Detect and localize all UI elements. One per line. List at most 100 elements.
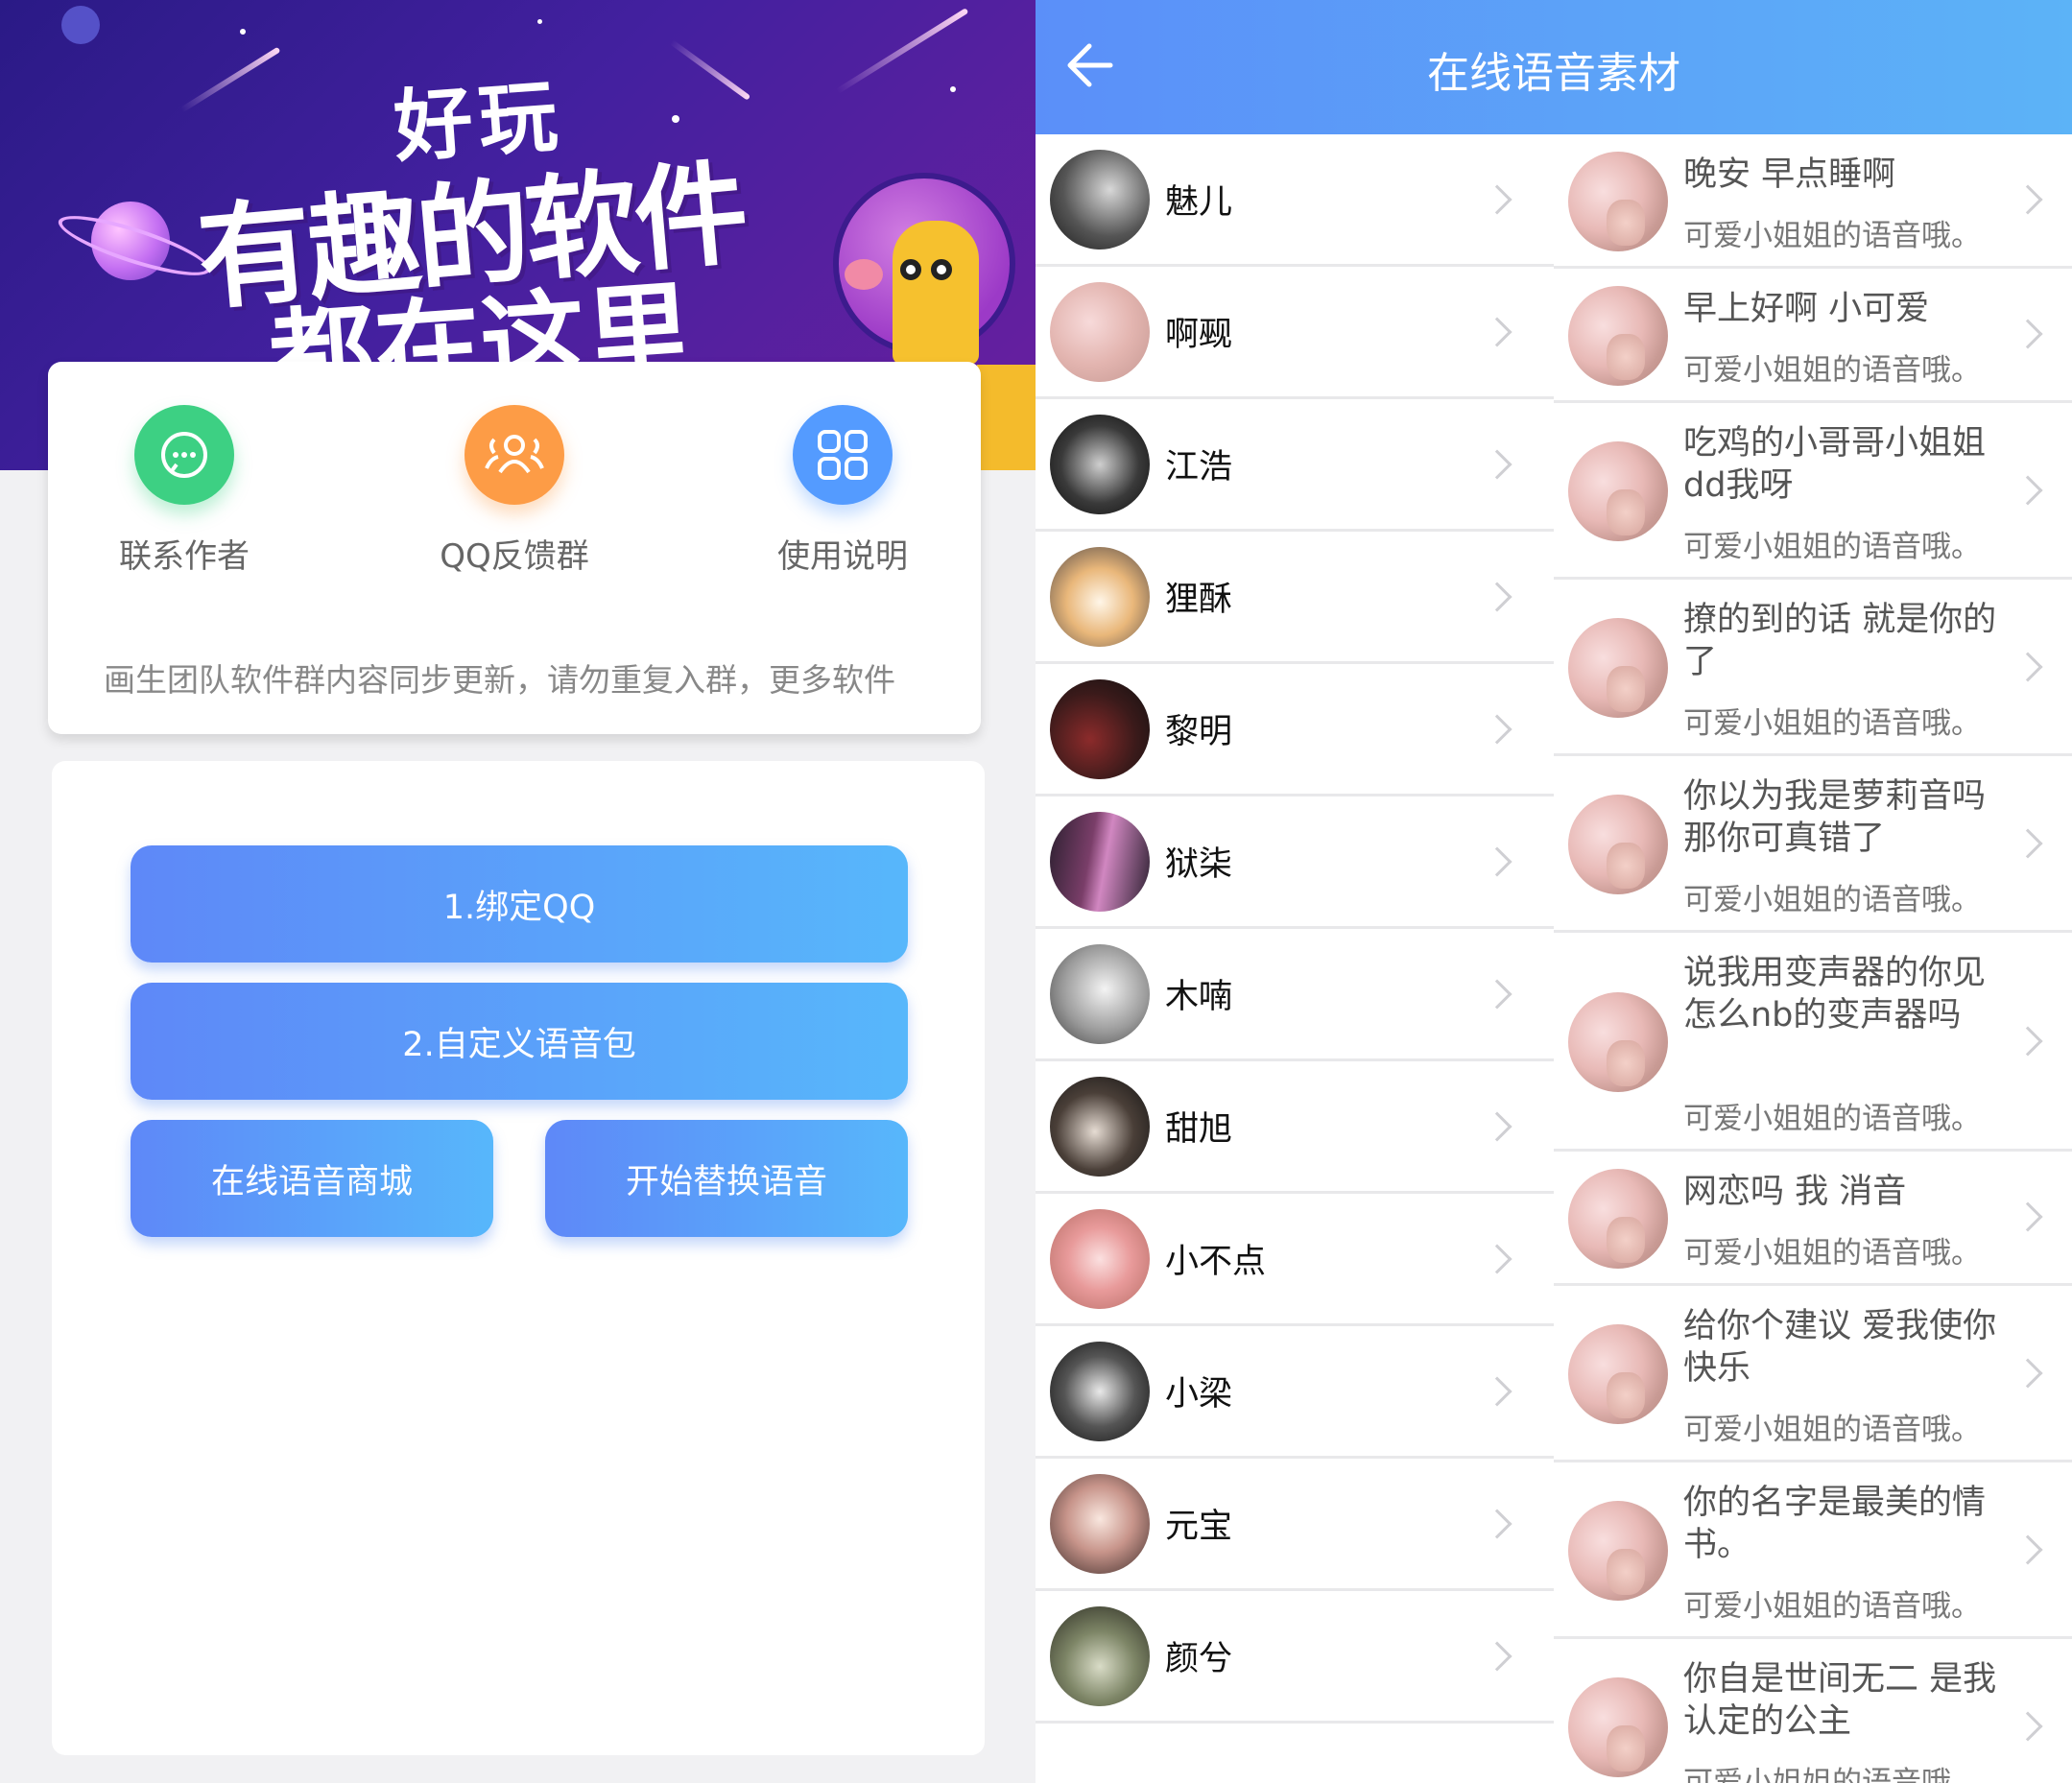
voice-clip-row[interactable]: 你的名字是最美的情书。 可爱小姐姐的语音哦。	[1554, 1462, 2072, 1639]
menu-label: 使用说明	[777, 537, 908, 576]
star-decoration	[950, 86, 956, 92]
chevron-right-icon	[1482, 582, 1512, 612]
chat-bubble-icon	[134, 405, 234, 505]
avatar	[1568, 441, 1668, 541]
voice-clip-row[interactable]: 网恋吗 我 消音 可爱小姐姐的语音哦。	[1554, 1152, 2072, 1286]
author-row[interactable]: 黎明	[1036, 664, 1554, 796]
author-row[interactable]: 狱柒	[1036, 796, 1554, 929]
voice-subtitle: 可爱小姐姐的语音哦。	[1683, 353, 1981, 388]
meteor-decoration	[669, 39, 751, 101]
voice-clip-row[interactable]: 吃鸡的小哥哥小姐姐dd我呀 可爱小姐姐的语音哦。	[1554, 403, 2072, 580]
chevron-right-icon	[1482, 1509, 1512, 1539]
menu-label: QQ反馈群	[440, 537, 589, 576]
author-name: 木喃	[1165, 978, 1233, 1016]
chevron-right-icon	[1482, 1244, 1512, 1274]
left-screen: 好玩 有趣的软件 都在这里 联系作者 QQ反馈群 使用说明 画生团队软件群内容同…	[0, 0, 1036, 1783]
giraffe-mascot	[893, 221, 979, 365]
author-row[interactable]: 木喃	[1036, 929, 1554, 1061]
action-card: 1.绑定QQ 2.自定义语音包 在线语音商城 开始替换语音	[52, 761, 985, 1755]
star-decoration	[240, 29, 246, 35]
app-header: 在线语音素材	[1036, 0, 2072, 134]
voice-clip-row[interactable]: 撩的到的话 就是你的了 可爱小姐姐的语音哦。	[1554, 580, 2072, 756]
chevron-right-icon	[1482, 1111, 1512, 1142]
voice-clip-row[interactable]: 你自是世间无二 是我认定的公主 可爱小姐姐的语音哦。	[1554, 1639, 2072, 1783]
quick-menu-card: 联系作者 QQ反馈群 使用说明 画生团队软件群内容同步更新，请勿重复入群，更多软…	[48, 362, 981, 734]
author-row[interactable]: 啊觋	[1036, 267, 1554, 399]
voice-clip-row[interactable]: 你以为我是萝莉音吗 那你可真错了 可爱小姐姐的语音哦。	[1554, 756, 2072, 933]
avatar	[1568, 1324, 1668, 1424]
custom-voice-pack-button[interactable]: 2.自定义语音包	[131, 983, 908, 1100]
voice-subtitle: 可爱小姐姐的语音哦。	[1683, 883, 1981, 917]
voice-title: 你以为我是萝莉音吗 那你可真错了	[1683, 777, 1987, 858]
user-guide-button[interactable]: 使用说明	[737, 405, 948, 577]
start-replace-voice-button[interactable]: 开始替换语音	[545, 1120, 908, 1237]
avatar	[1050, 812, 1150, 912]
voice-clip-row[interactable]: 晚安 早点睡啊 可爱小姐姐的语音哦。	[1554, 134, 2072, 269]
chevron-right-icon	[2012, 1711, 2043, 1742]
chevron-right-icon	[1482, 714, 1512, 745]
chevron-right-icon	[2012, 652, 2043, 682]
author-row[interactable]: 魅儿	[1036, 134, 1554, 267]
author-name: 甜旭	[1165, 1110, 1233, 1149]
chevron-right-icon	[2012, 1026, 2043, 1057]
avatar	[1050, 1342, 1150, 1441]
avatar	[1050, 1474, 1150, 1574]
avatar	[1050, 1606, 1150, 1706]
voice-subtitle: 可爱小姐姐的语音哦。	[1683, 1413, 1981, 1447]
voice-clip-row[interactable]: 给你个建议 爱我使你快乐 可爱小姐姐的语音哦。	[1554, 1286, 2072, 1462]
author-row[interactable]: 颜兮	[1036, 1591, 1554, 1724]
voice-title: 说我用变声器的你见怎么nb的变声器吗	[1683, 954, 1987, 1034]
author-row[interactable]: 小不点	[1036, 1194, 1554, 1326]
avatar	[1568, 286, 1668, 386]
chevron-right-icon	[2012, 319, 2043, 349]
star-decoration	[672, 115, 679, 123]
online-voice-store-button[interactable]: 在线语音商城	[131, 1120, 493, 1237]
voice-title: 早上好啊 小可爱	[1683, 290, 1930, 328]
chevron-right-icon	[2012, 1534, 2043, 1565]
voice-subtitle: 可爱小姐姐的语音哦。	[1683, 1102, 1981, 1136]
qq-feedback-group-button[interactable]: QQ反馈群	[409, 405, 620, 577]
voice-title: 撩的到的话 就是你的了	[1683, 601, 1997, 681]
voice-title: 你自是世间无二 是我认定的公主	[1683, 1660, 1997, 1741]
author-name: 颜兮	[1165, 1640, 1233, 1678]
author-row[interactable]: 小梁	[1036, 1326, 1554, 1459]
author-name: 狱柒	[1165, 845, 1233, 884]
voice-subtitle: 可爱小姐姐的语音哦。	[1683, 1766, 1981, 1783]
author-row[interactable]: 狸酥	[1036, 532, 1554, 664]
ringed-planet-decoration	[91, 202, 170, 280]
chevron-right-icon	[2012, 1201, 2043, 1232]
avatar	[1050, 282, 1150, 382]
voice-clip-row[interactable]: 早上好啊 小可爱 可爱小姐姐的语音哦。	[1554, 269, 2072, 403]
chevron-right-icon	[1482, 979, 1512, 1010]
author-name: 啊觋	[1165, 316, 1233, 354]
chevron-right-icon	[1482, 317, 1512, 347]
chevron-right-icon	[1482, 1376, 1512, 1407]
voice-clip-list: 晚安 早点睡啊 可爱小姐姐的语音哦。 早上好啊 小可爱 可爱小姐姐的语音哦。 吃…	[1554, 134, 2072, 1783]
avatar	[1050, 547, 1150, 647]
author-row[interactable]: 江浩	[1036, 399, 1554, 532]
avatar	[1050, 415, 1150, 514]
grid-apps-icon	[793, 405, 893, 505]
author-row[interactable]: 元宝	[1036, 1459, 1554, 1591]
notice-marquee: 画生团队软件群内容同步更新，请勿重复入群，更多软件	[104, 661, 895, 699]
avatar	[1568, 992, 1668, 1092]
author-name: 元宝	[1165, 1508, 1233, 1546]
voice-subtitle: 可爱小姐姐的语音哦。	[1683, 219, 1981, 253]
avatar	[1568, 1169, 1668, 1269]
right-screen: 在线语音素材 魅儿 啊觋 江浩 狸酥 黎明 狱柒 木喃 甜旭 小不点 小梁 元宝…	[1036, 0, 2072, 1783]
voice-title: 你的名字是最美的情书。	[1683, 1484, 1987, 1564]
author-name: 小不点	[1165, 1243, 1267, 1281]
planet-decoration	[61, 6, 100, 44]
bind-qq-button[interactable]: 1.绑定QQ	[131, 845, 908, 963]
voice-subtitle: 可爱小姐姐的语音哦。	[1683, 530, 1981, 564]
voice-author-list: 魅儿 啊觋 江浩 狸酥 黎明 狱柒 木喃 甜旭 小不点 小梁 元宝 颜兮	[1036, 134, 1554, 1724]
contact-author-button[interactable]: 联系作者	[79, 405, 290, 577]
author-name: 小梁	[1165, 1375, 1233, 1414]
chevron-right-icon	[1482, 449, 1512, 480]
avatar	[1050, 679, 1150, 779]
author-name: 魅儿	[1165, 183, 1233, 222]
author-row[interactable]: 甜旭	[1036, 1061, 1554, 1194]
avatar	[1568, 618, 1668, 718]
author-name: 江浩	[1165, 448, 1233, 487]
voice-clip-row[interactable]: 说我用变声器的你见怎么nb的变声器吗 可爱小姐姐的语音哦。	[1554, 933, 2072, 1152]
